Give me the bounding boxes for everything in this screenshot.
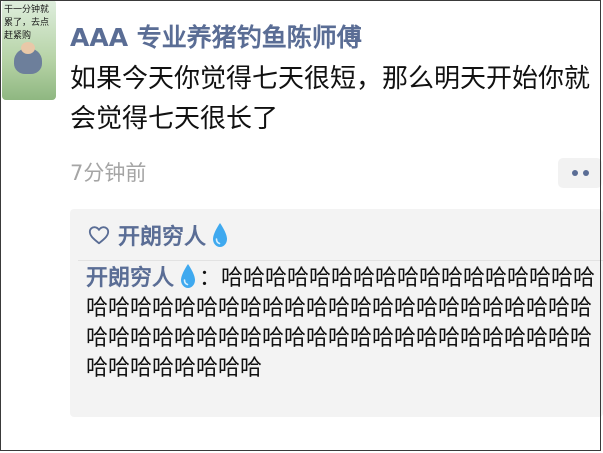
post-content: 如果今天你觉得七天很短，那么明天开始你就会觉得七天很长了 [70, 64, 591, 134]
avatar-figure-head [21, 42, 35, 54]
more-dot-icon [582, 170, 589, 176]
more-options-button[interactable] [558, 158, 602, 188]
post-time: 7分钟前 [70, 161, 147, 185]
avatar-text: 干一分钟就累了，去点赶紧购 [4, 5, 50, 41]
comment-separator: ： [199, 266, 222, 291]
droplet-icon [213, 223, 228, 247]
avatar[interactable]: 干一分钟就累了，去点赶紧购 [2, 0, 56, 100]
liker-name[interactable]: 开朗穷人 [118, 219, 206, 251]
comment-author[interactable]: 开朗穷人 [86, 266, 174, 291]
comment-item[interactable]: 开朗穷人 ：哈哈哈哈哈哈哈哈哈哈哈哈哈哈哈哈哈哈哈哈哈哈哈哈哈哈哈哈哈哈哈哈哈哈… [86, 263, 598, 384]
username[interactable]: AAA 专业养猪钓鱼陈师傅 [70, 18, 362, 54]
more-dot-icon [571, 170, 578, 176]
likes-row: 开朗穷人 [88, 217, 229, 253]
comments-panel: 开朗穷人 开朗穷人 ：哈哈哈哈哈哈哈哈哈哈哈哈哈哈哈哈哈哈哈哈哈哈哈哈哈哈哈哈哈… [70, 209, 603, 417]
heart-outline-icon [88, 226, 110, 245]
likes-divider [78, 260, 603, 261]
droplet-icon [181, 264, 196, 288]
